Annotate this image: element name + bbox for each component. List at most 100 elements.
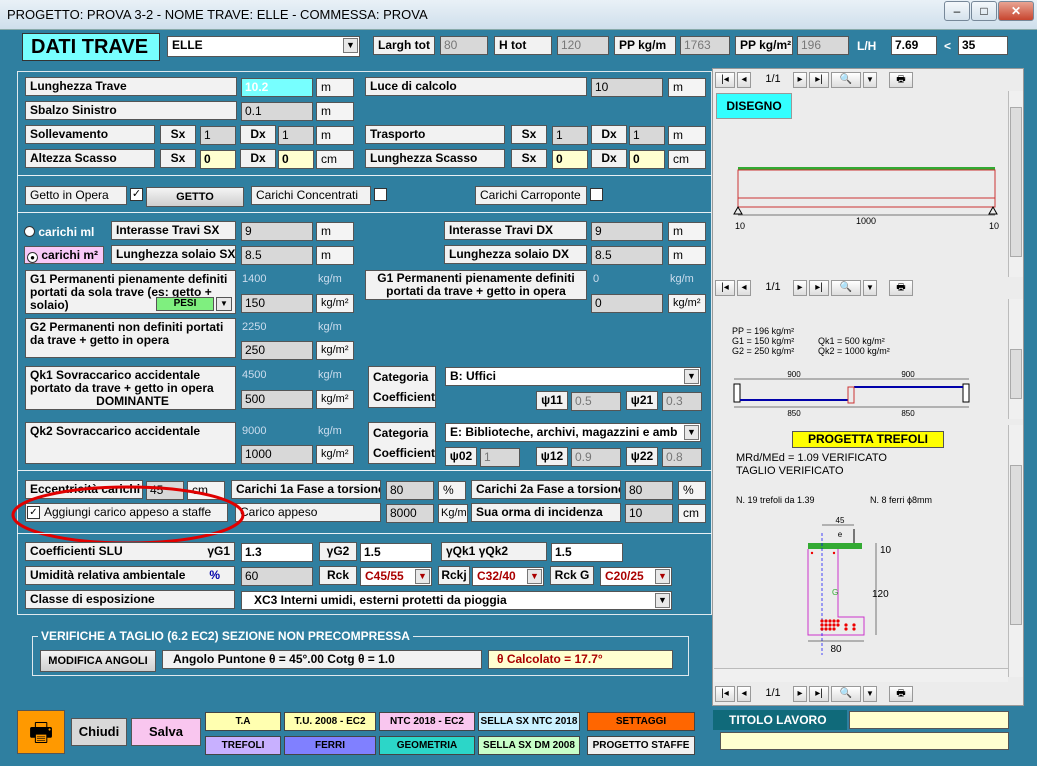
lunghezza-input[interactable]: 10.2: [241, 78, 313, 97]
divider: [17, 212, 712, 213]
categoria1-select[interactable]: B: Uffici ▼: [445, 367, 701, 386]
g1b-kgm-unit: kg/m: [670, 273, 694, 285]
pesi-button[interactable]: PESI: [156, 297, 214, 311]
gamma-g2-input[interactable]: 1.5: [360, 543, 432, 562]
sbalzo-value: 0.1: [241, 102, 313, 121]
sella-ntc-button[interactable]: SELLA SX NTC 2018: [478, 712, 580, 731]
printer-icon[interactable]: 🖶: [889, 280, 913, 296]
categoria2-select[interactable]: E: Biblioteche, archivi, magazzini e amb…: [445, 423, 701, 442]
viewer1-scrollbar[interactable]: [1008, 91, 1023, 277]
umid-label: Umidità relativa ambientale%: [25, 566, 235, 585]
first-page-icon[interactable]: |◂: [715, 280, 735, 296]
classe-select[interactable]: XC3 Interni umidi, esterni protetti da p…: [241, 591, 672, 610]
scasso-dx-label: Dx: [240, 149, 276, 168]
lscasso-sx-input[interactable]: 0: [552, 150, 588, 169]
viewer2-scrollbar[interactable]: [1008, 299, 1023, 419]
carichi-m2-radio[interactable]: ● carichi m²: [24, 246, 104, 264]
ta-button[interactable]: T.A: [205, 712, 281, 731]
rck-select[interactable]: C45/55 ▼: [360, 567, 432, 586]
chevron-down-icon: ▼: [684, 425, 699, 440]
modifica-angoli-button[interactable]: MODIFICA ANGOLI: [40, 650, 156, 672]
prev-page-icon[interactable]: ◂: [737, 280, 751, 296]
section-diagram: 900 900 850 850: [733, 370, 970, 418]
zoom-icon[interactable]: 🔍: [831, 280, 861, 296]
zoom-icon[interactable]: 🔍: [831, 72, 861, 88]
chevron-down-icon[interactable]: ▼: [863, 280, 877, 296]
carichi-ml-radio[interactable]: carichi ml: [24, 223, 106, 241]
classe-label: Classe di esposizione: [25, 590, 235, 609]
carroponte-checkbox[interactable]: [590, 188, 603, 201]
soll-dx-label: Dx: [240, 125, 276, 144]
lscasso-dx-input[interactable]: 0: [629, 150, 665, 169]
printer-icon[interactable]: 🖶: [889, 72, 913, 88]
prev-page-icon[interactable]: ◂: [737, 686, 751, 702]
scasso-sx-input[interactable]: 0: [200, 150, 236, 169]
progetto-staffe-button[interactable]: PROGETTO STAFFE: [587, 736, 695, 755]
fase2-unit: %: [678, 481, 706, 500]
trave-value: ELLE: [172, 38, 203, 52]
chevron-down-icon[interactable]: ▼: [863, 72, 877, 88]
tu2008-button[interactable]: T.U. 2008 - EC2: [284, 712, 376, 731]
sella-dm-button[interactable]: SELLA SX DM 2008: [478, 736, 580, 755]
ntc2018-button[interactable]: NTC 2018 - EC2: [379, 712, 475, 731]
lh-limit-input[interactable]: 35: [958, 36, 1008, 55]
lsol-sx-unit: m: [316, 246, 354, 265]
next-page-icon[interactable]: ▸: [793, 72, 807, 88]
close-button[interactable]: ✕: [998, 1, 1034, 21]
titolo-lavoro-input-2[interactable]: [720, 732, 1009, 750]
first-page-icon[interactable]: |◂: [715, 72, 735, 88]
psi21-label: ψ21: [626, 391, 658, 410]
appeso-unit: Kg/m: [438, 504, 468, 523]
int-sx-label: Interasse Travi SX: [111, 221, 236, 240]
rckj-label: Rckj: [438, 566, 470, 585]
prev-page-icon[interactable]: ◂: [737, 72, 751, 88]
titolo-lavoro-input[interactable]: [849, 711, 1009, 729]
qk2-kgm-unit: kg/m: [318, 425, 342, 437]
dim-850-left: 850: [787, 409, 801, 418]
psi12-label: ψ12: [536, 447, 568, 466]
scroll-thumb[interactable]: [1010, 465, 1022, 625]
maximize-button[interactable]: □: [971, 1, 997, 21]
concentrati-checkbox[interactable]: [374, 188, 387, 201]
first-page-icon[interactable]: |◂: [715, 686, 735, 702]
lsol-sx-label: Lunghezza solaio SX: [111, 245, 236, 264]
gamma-g1-input[interactable]: 1.3: [241, 543, 313, 562]
settaggi-button[interactable]: SETTAGGI: [587, 712, 695, 731]
chevron-down-icon[interactable]: ▼: [216, 297, 232, 311]
gamma-q-input[interactable]: 1.5: [551, 543, 623, 562]
orma-unit: cm: [678, 504, 706, 523]
scroll-thumb[interactable]: [1010, 349, 1022, 399]
dim-850-right: 850: [901, 409, 915, 418]
printer-icon[interactable]: 🖶: [17, 710, 65, 754]
h-tot-value: 120: [557, 36, 609, 55]
last-page-icon[interactable]: ▸|: [809, 72, 829, 88]
last-page-icon[interactable]: ▸|: [809, 280, 829, 296]
next-page-icon[interactable]: ▸: [793, 280, 807, 296]
g1b-label: G1 Permanenti pienamente definiti portat…: [365, 270, 587, 300]
trefoli-button[interactable]: TREFOLI: [205, 736, 281, 755]
geometria-button[interactable]: GEOMETRIA: [379, 736, 475, 755]
rckj-select[interactable]: C32/40 ▼: [472, 567, 544, 586]
qk2-label: Qk2 Sovraccarico accidentale: [25, 422, 236, 464]
printer-icon[interactable]: 🖶: [889, 686, 913, 702]
minimize-button[interactable]: –: [944, 1, 970, 21]
viewer3-hscrollbar[interactable]: [714, 668, 1008, 682]
gamma-q-label: γQk1 γQk2: [441, 542, 547, 561]
salva-button[interactable]: Salva: [131, 718, 201, 746]
zoom-icon[interactable]: 🔍: [831, 686, 861, 702]
scasso-dx-input[interactable]: 0: [278, 150, 314, 169]
chevron-down-icon: ▼: [343, 38, 358, 53]
chiudi-button[interactable]: Chiudi: [71, 718, 127, 746]
next-page-icon[interactable]: ▸: [793, 686, 807, 702]
umid-value: 60: [241, 567, 313, 586]
viewer3-scrollbar[interactable]: [1008, 425, 1023, 677]
chevron-down-icon[interactable]: ▼: [863, 686, 877, 702]
rckg-select[interactable]: C20/25 ▼: [600, 567, 672, 586]
scroll-thumb[interactable]: [1010, 107, 1022, 257]
ferri-button[interactable]: FERRI: [284, 736, 376, 755]
last-page-icon[interactable]: ▸|: [809, 686, 829, 702]
viewer2-toolbar: |◂ ◂ 1/1 ▸ ▸| 🔍 ▼ 🖶: [713, 277, 1023, 299]
getto-button[interactable]: GETTO: [146, 187, 244, 207]
trave-select[interactable]: ELLE ▼: [167, 36, 360, 57]
getto-checkbox[interactable]: ✓: [130, 188, 143, 201]
